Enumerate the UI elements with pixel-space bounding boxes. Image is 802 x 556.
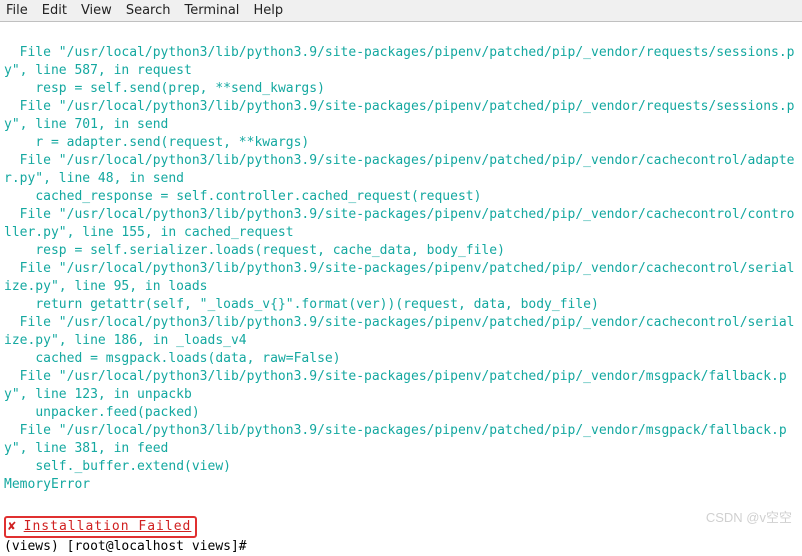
menubar: File Edit View Search Terminal Help (0, 0, 802, 22)
watermark: CSDN @v空空 (706, 507, 792, 526)
traceback-line: return getattr(self, "_loads_v{}".format… (4, 297, 599, 312)
shell-prompt[interactable]: (views) [root@localhost views]# (4, 539, 247, 554)
traceback-line: File "/usr/local/python3/lib/python3.9/s… (4, 207, 795, 240)
memory-error: MemoryError (4, 477, 90, 492)
traceback-line: File "/usr/local/python3/lib/python3.9/s… (4, 153, 795, 186)
traceback-line: r = adapter.send(request, **kwargs) (4, 135, 309, 150)
traceback-line: cached = msgpack.loads(data, raw=False) (4, 351, 341, 366)
menu-search[interactable]: Search (126, 3, 171, 18)
traceback-line: File "/usr/local/python3/lib/python3.9/s… (4, 45, 795, 78)
menu-view[interactable]: View (81, 3, 112, 18)
menu-edit[interactable]: Edit (42, 3, 67, 18)
traceback-line: resp = self.send(prep, **send_kwargs) (4, 81, 325, 96)
traceback-line: cached_response = self.controller.cached… (4, 189, 481, 204)
fail-text: Installation Failed (24, 519, 192, 534)
installation-failed-badge: ✘ Installation Failed (4, 516, 197, 538)
terminal-output[interactable]: File "/usr/local/python3/lib/python3.9/s… (0, 22, 802, 556)
traceback-line: File "/usr/local/python3/lib/python3.9/s… (4, 99, 795, 132)
menu-terminal[interactable]: Terminal (184, 3, 239, 18)
traceback-line: File "/usr/local/python3/lib/python3.9/s… (4, 423, 787, 456)
menu-help[interactable]: Help (253, 3, 283, 18)
traceback-line: File "/usr/local/python3/lib/python3.9/s… (4, 315, 795, 348)
traceback-line: resp = self.serializer.loads(request, ca… (4, 243, 505, 258)
traceback-line: unpacker.feed(packed) (4, 405, 200, 420)
menu-file[interactable]: File (6, 3, 28, 18)
traceback-line: self._buffer.extend(view) (4, 459, 231, 474)
traceback-line: File "/usr/local/python3/lib/python3.9/s… (4, 369, 787, 402)
fail-x-icon: ✘ (8, 519, 16, 534)
traceback-line: File "/usr/local/python3/lib/python3.9/s… (4, 261, 795, 294)
